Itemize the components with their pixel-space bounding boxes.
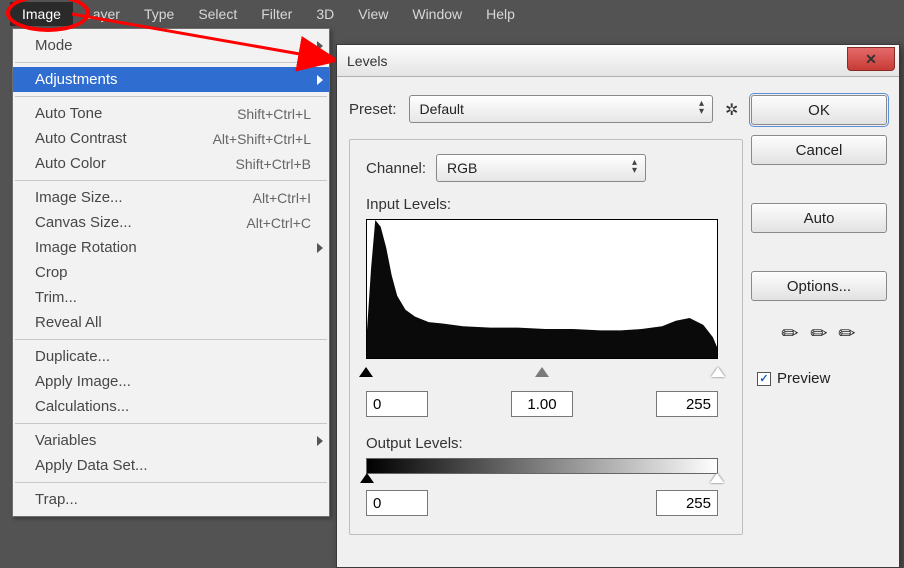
black-point-handle[interactable] — [359, 367, 373, 377]
preset-label: Preset: — [349, 101, 397, 118]
close-icon: ✕ — [865, 51, 877, 68]
options-button[interactable]: Options... — [751, 271, 887, 301]
menu-item-variables[interactable]: Variables — [13, 428, 329, 453]
chevron-right-icon — [317, 436, 323, 446]
menu-select[interactable]: Select — [186, 2, 249, 26]
white-point-handle[interactable] — [711, 367, 725, 377]
close-button[interactable]: ✕ — [847, 47, 895, 71]
menu-type[interactable]: Type — [132, 2, 186, 26]
output-white-field[interactable] — [656, 490, 718, 516]
cancel-button[interactable]: Cancel — [751, 135, 887, 165]
menu-item-trap[interactable]: Trap... — [13, 487, 329, 512]
chevron-right-icon — [317, 41, 323, 51]
channel-select[interactable]: RGB ▴▾ — [436, 154, 646, 182]
menu-item-reveal-all[interactable]: Reveal All — [13, 310, 329, 335]
menu-separator — [15, 482, 327, 483]
output-levels-slider[interactable] — [366, 458, 718, 474]
chevron-right-icon — [317, 75, 323, 85]
menu-separator — [15, 180, 327, 181]
menu-view[interactable]: View — [346, 2, 400, 26]
app-menubar: Image Layer Type Select Filter 3D View W… — [0, 0, 904, 28]
levels-dialog: Levels ✕ Preset: Default ▴▾ ✲ Channel: R… — [336, 44, 900, 568]
preset-select[interactable]: Default ▴▾ — [409, 95, 713, 123]
channel-label: Channel: — [366, 160, 426, 177]
preview-label: Preview — [777, 370, 830, 387]
eyedropper-white-icon[interactable]: ✎ — [833, 319, 863, 349]
menu-item-apply-image[interactable]: Apply Image... — [13, 369, 329, 394]
menu-item-apply-data-set[interactable]: Apply Data Set... — [13, 453, 329, 478]
chevron-right-icon — [317, 243, 323, 253]
menu-image[interactable]: Image — [10, 2, 73, 26]
input-levels-label: Input Levels: — [366, 196, 726, 213]
menu-item-calculations[interactable]: Calculations... — [13, 394, 329, 419]
menu-layer[interactable]: Layer — [73, 2, 132, 26]
menu-item-auto-contrast[interactable]: Auto ContrastAlt+Shift+Ctrl+L — [13, 126, 329, 151]
menu-item-auto-color[interactable]: Auto ColorShift+Ctrl+B — [13, 151, 329, 176]
input-black-field[interactable] — [366, 391, 428, 417]
eyedropper-black-icon[interactable]: ✎ — [775, 319, 805, 349]
menu-item-label: Adjustments — [35, 71, 118, 88]
preview-checkbox[interactable]: ✓ — [757, 372, 771, 386]
output-black-handle[interactable] — [360, 473, 374, 483]
menu-item-auto-tone[interactable]: Auto ToneShift+Ctrl+L — [13, 101, 329, 126]
menu-help[interactable]: Help — [474, 2, 527, 26]
histogram — [366, 219, 718, 359]
menu-item-label: Mode — [35, 37, 73, 54]
menu-separator — [15, 96, 327, 97]
menu-window[interactable]: Window — [400, 2, 474, 26]
menu-item-mode[interactable]: Mode — [13, 33, 329, 58]
ok-button[interactable]: OK — [751, 95, 887, 125]
chevron-updown-icon: ▴▾ — [632, 159, 637, 175]
gamma-handle[interactable] — [535, 367, 549, 377]
menu-item-canvas-size[interactable]: Canvas Size...Alt+Ctrl+C — [13, 210, 329, 235]
menu-item-image-rotation[interactable]: Image Rotation — [13, 235, 329, 260]
menu-3d[interactable]: 3D — [304, 2, 346, 26]
menu-separator — [15, 423, 327, 424]
menu-item-image-size[interactable]: Image Size...Alt+Ctrl+I — [13, 185, 329, 210]
menu-filter[interactable]: Filter — [249, 2, 304, 26]
menu-separator — [15, 339, 327, 340]
output-white-handle[interactable] — [710, 473, 724, 483]
auto-button[interactable]: Auto — [751, 203, 887, 233]
dialog-title: Levels — [347, 53, 387, 69]
output-levels-label: Output Levels: — [366, 435, 726, 452]
menu-item-crop[interactable]: Crop — [13, 260, 329, 285]
menu-item-trim[interactable]: Trim... — [13, 285, 329, 310]
input-levels-slider[interactable] — [366, 367, 718, 377]
eyedropper-group: ✎ ✎ ✎ — [751, 321, 887, 346]
input-white-field[interactable] — [656, 391, 718, 417]
channel-fieldset: Channel: RGB ▴▾ Input Levels: — [349, 139, 743, 535]
menu-item-adjustments[interactable]: Adjustments — [13, 67, 329, 92]
dialog-titlebar[interactable]: Levels ✕ — [337, 45, 899, 77]
input-gamma-field[interactable] — [511, 391, 573, 417]
menu-separator — [15, 62, 327, 63]
gear-icon[interactable]: ✲ — [725, 100, 743, 118]
menu-item-duplicate[interactable]: Duplicate... — [13, 344, 329, 369]
image-menu-dropdown: Mode Adjustments Auto ToneShift+Ctrl+L A… — [12, 28, 330, 517]
output-black-field[interactable] — [366, 490, 428, 516]
eyedropper-gray-icon[interactable]: ✎ — [804, 319, 834, 349]
chevron-updown-icon: ▴▾ — [699, 100, 704, 116]
